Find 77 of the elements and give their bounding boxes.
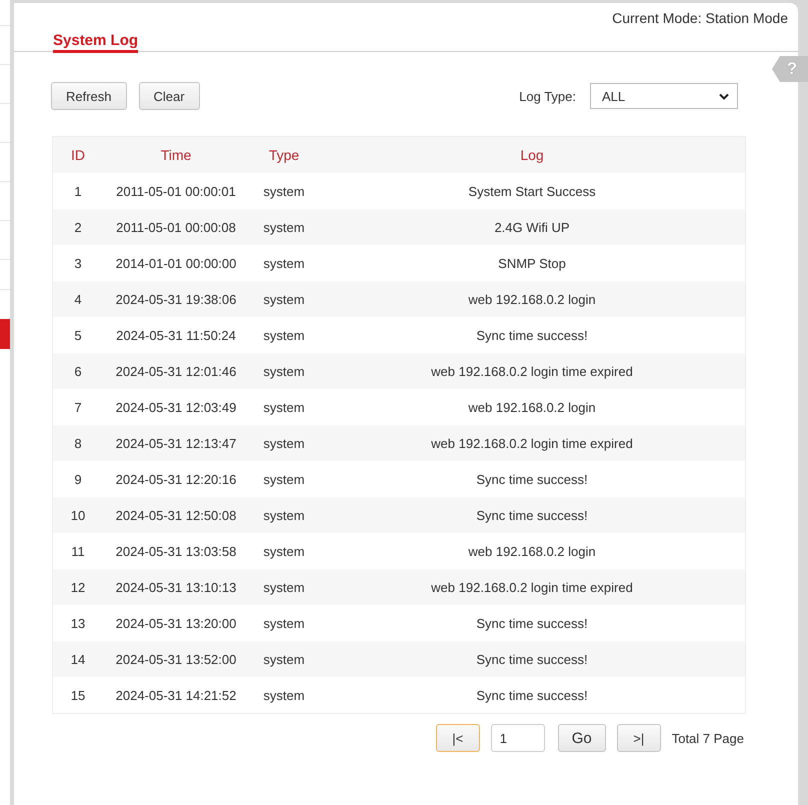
log-type-dropdown[interactable]: ALL [590,83,738,109]
table-cell-text: web 192.168.0.2 login time expired [430,364,634,378]
table-cell-text: system [262,688,306,702]
column-header: ID [70,147,86,163]
page-title: System Log [53,32,138,53]
table-cell-text: system [262,652,306,666]
table-cell-text: system [262,400,306,414]
table-cell-text: 2024-05-31 13:10:13 [114,580,238,594]
table-cell-text: system [262,328,306,342]
table-cell-text: 5 [73,328,83,342]
table-cell-text: system [262,508,306,522]
table-cell-text: Sync time success! [475,652,589,666]
page-number-field[interactable]: 1 [490,724,545,752]
table-cell-text: Sync time success! [475,616,589,630]
table-cell-text: 15 [70,688,86,702]
table-cell-text: 7 [73,400,83,414]
table-cell-text: 9 [73,472,83,486]
log-type-label: Log Type: [519,88,576,104]
table-cell-text: 2011-05-01 00:00:01 [115,184,237,198]
column-header: Time [160,147,192,163]
column-header: Type [268,147,300,163]
chevron-down-icon [719,92,729,100]
table-cell-text: 13 [70,616,86,630]
table-cell-text: 6 [73,364,83,378]
table-cell-text: system [262,256,306,270]
table-cell-text: system [262,472,306,486]
table-cell-text: system [262,184,306,198]
table-cell-text: web 192.168.0.2 login time expired [430,580,634,594]
table-cell-text: 4 [73,292,83,306]
toolbar-button[interactable]: Clear [138,82,200,110]
table-cell-text: 2024-05-31 19:38:06 [114,292,238,306]
table-cell-text: 2024-05-31 13:20:00 [114,616,238,630]
table-cell-text: System Start Success [467,184,597,198]
table-cell-text: 10 [70,508,86,522]
toolbar-button[interactable]: Refresh [51,82,127,110]
table-cell-text: 11 [70,544,86,558]
current-mode-label: Current Mode: Station Mode [612,10,788,26]
table-cell-text: system [262,436,306,450]
last-page-button[interactable]: >| [616,724,661,752]
table-cell-text: 2 [73,220,83,234]
table-cell-text: 8 [73,436,83,450]
table-cell-text: web 192.168.0.2 login [467,400,597,414]
table-cell-text: 2024-05-31 13:03:58 [114,544,238,558]
table-cell-text: 1 [73,184,83,198]
table-cell-text: Sync time success! [475,508,589,522]
total-pages-label: Total 7 Page [672,730,744,746]
table-cell-text: web 192.168.0.2 login time expired [430,436,634,450]
table-cell-text: system [262,292,306,306]
table-cell-text: 2024-05-31 12:13:47 [114,436,238,450]
sidebar-item[interactable] [0,319,10,349]
table-cell-text: system [262,544,306,558]
table-cell-text: 2024-05-31 11:50:24 [115,328,237,342]
table-cell-text: system [262,220,306,234]
column-header: Log [519,147,545,163]
table-cell-text: 2014-01-01 00:00:00 [114,256,238,270]
table-cell-text: 3 [73,256,83,270]
table-cell-text: 2024-05-31 14:21:52 [114,688,238,702]
table-cell-text: 14 [70,652,86,666]
table-cell-text: 12 [70,580,86,594]
table-cell-text: Sync time success! [475,688,589,702]
table-cell-text: 2024-05-31 12:03:49 [114,400,238,414]
table-cell-text: Sync time success! [475,472,589,486]
go-button[interactable]: Go [558,724,606,752]
table-cell-text: 2011-05-01 00:00:08 [115,220,237,234]
table-cell-text: system [262,364,306,378]
table-cell-text: 2024-05-31 13:52:00 [114,652,238,666]
table-cell-text: 2024-05-31 12:50:08 [114,508,238,522]
table-cell-text: system [262,616,306,630]
table-cell-text: 2.4G Wifi UP [493,220,571,234]
table-cell-text: web 192.168.0.2 login [467,292,597,306]
table-cell-text: SNMP Stop [497,256,567,270]
table-cell-text: Sync time success! [475,328,589,342]
table-cell-text: 2024-05-31 12:20:16 [114,472,238,486]
table-cell-text: system [262,580,306,594]
table-cell-text: web 192.168.0.2 login [467,544,597,558]
first-page-button[interactable]: |< [436,724,480,752]
table-cell-text: 2024-05-31 12:01:46 [114,364,238,378]
